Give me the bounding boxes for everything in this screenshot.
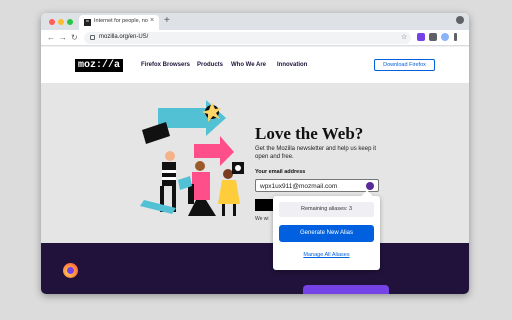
hero-title: Love the Web?	[255, 124, 364, 143]
reload-icon[interactable]: ↻	[71, 32, 78, 43]
privacy-note-text: We wi	[255, 216, 269, 222]
favicon-icon: m	[84, 19, 91, 26]
bookmark-star-icon[interactable]: ☆	[401, 33, 407, 41]
signup-button[interactable]	[255, 199, 275, 211]
people-illustration	[140, 100, 244, 216]
email-value: wpx1ux911@mozmail.com	[260, 183, 338, 190]
extensions-puzzle-icon[interactable]	[429, 33, 437, 41]
remaining-aliases-text: Remaining aliases: 3	[279, 202, 374, 217]
download-firefox-button[interactable]: Download Firefox	[374, 59, 435, 71]
site-header: moz://a Firefox Browsers Products Who We…	[41, 47, 469, 83]
hero-section: Love the Web? Get the Mozilla newsletter…	[41, 83, 469, 243]
relay-mask-icon[interactable]	[366, 182, 374, 190]
close-window-button[interactable]	[49, 19, 55, 25]
chrome-menu-icon[interactable]	[456, 16, 464, 24]
browser-window: m Internet for people, not profit × + ← …	[41, 13, 469, 294]
browser-tab[interactable]: m Internet for people, not profit ×	[79, 15, 159, 30]
relay-extension-icon[interactable]	[417, 33, 425, 41]
nav-firefox-browsers[interactable]: Firefox Browsers	[141, 62, 190, 68]
back-icon[interactable]: ←	[47, 32, 55, 43]
tab-title: Internet for people, not profit	[94, 18, 148, 24]
minimize-window-button[interactable]	[58, 19, 64, 25]
promo-card	[303, 285, 389, 294]
nav-innovation[interactable]: Innovation	[277, 62, 307, 68]
tab-strip: m Internet for people, not profit × +	[41, 13, 469, 30]
nav-who-we-are[interactable]: Who We Are	[231, 62, 266, 68]
footer-band	[41, 243, 469, 294]
hero-description: Get the Mozilla newsletter and help us k…	[255, 146, 377, 160]
email-field[interactable]: wpx1ux911@mozmail.com	[255, 179, 379, 192]
address-bar[interactable]: mozilla.org/en-US/ ☆	[84, 32, 411, 44]
tab-close-icon[interactable]: ×	[150, 17, 154, 24]
new-tab-button[interactable]: +	[164, 15, 170, 27]
kebab-menu-icon[interactable]	[454, 33, 457, 41]
firefox-logo-icon[interactable]	[63, 263, 78, 278]
url-text: mozilla.org/en-US/	[99, 34, 149, 40]
profile-avatar-icon[interactable]	[441, 33, 449, 41]
generate-alias-button[interactable]: Generate New Alias	[279, 225, 374, 242]
relay-popup: Remaining aliases: 3 Generate New Alias …	[273, 190, 380, 270]
manage-aliases-link[interactable]: Manage All Aliases	[273, 252, 380, 258]
browser-toolbar: ← → ↻ mozilla.org/en-US/ ☆	[41, 30, 469, 46]
email-label: Your email address	[255, 169, 306, 175]
mozilla-logo[interactable]: moz://a	[75, 59, 124, 72]
forward-icon[interactable]: →	[59, 32, 67, 43]
nav-products[interactable]: Products	[197, 62, 223, 68]
maximize-window-button[interactable]	[67, 19, 73, 25]
lock-icon	[90, 35, 95, 40]
